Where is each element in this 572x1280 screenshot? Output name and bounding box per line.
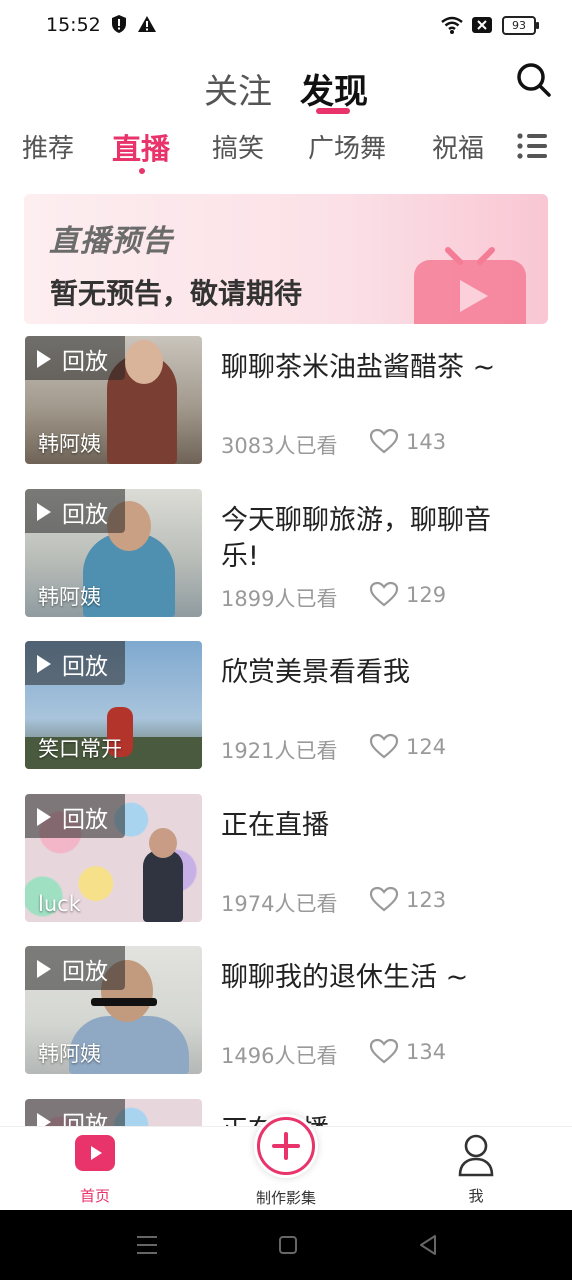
heart-icon [369, 428, 399, 454]
heart-icon [369, 886, 399, 912]
host-name: 韩阿姨 [38, 585, 101, 609]
view-count: 1921人已看 [221, 739, 338, 763]
replay-badge: 回放 [25, 489, 125, 533]
view-count: 3083人已看 [221, 434, 338, 458]
feed-item[interactable]: 回放 luck 正在直播 1974人已看 123 [0, 794, 572, 922]
video-thumbnail[interactable]: 回放 韩阿姨 [25, 336, 202, 464]
tab-make-album-label: 制作影集 [255, 1189, 316, 1207]
view-count: 1974人已看 [221, 892, 338, 916]
tab-follow[interactable]: 关注 [204, 64, 272, 113]
sim-off-icon [472, 17, 492, 33]
category-blessing[interactable]: 祝福 [432, 128, 484, 165]
heart-icon [369, 733, 399, 759]
tab-home[interactable]: 首页 [55, 1127, 135, 1211]
menu-list-icon[interactable] [516, 132, 548, 160]
live-preview-banner[interactable]: 直播预告 暂无预告，敬请期待 [24, 194, 548, 324]
play-icon [37, 350, 51, 368]
video-thumbnail[interactable]: 回放 笑口常开 [25, 641, 202, 769]
shield-icon [112, 15, 126, 33]
status-bar: 15:52 93 [0, 0, 572, 52]
feed-item[interactable]: 回放 笑口常开 欣赏美景看看我 1921人已看 124 [0, 641, 572, 769]
replay-badge: 回放 [25, 794, 125, 838]
video-title[interactable]: 聊聊我的退休生活 ~ [221, 960, 521, 996]
active-tab-indicator [316, 108, 350, 114]
replay-badge: 回放 [25, 641, 125, 685]
play-icon [37, 808, 51, 826]
feed-item[interactable]: 回放 韩阿姨 聊聊茶米油盐酱醋茶 ~ 3083人已看 143 [0, 336, 572, 464]
host-name: 笑口常开 [38, 737, 122, 761]
category-tabs: 推荐 直播 搞笑 广场舞 祝福 [0, 126, 572, 178]
feed-item[interactable]: 回放 韩阿姨 今天聊聊旅游，聊聊音乐! 1899人已看 129 [0, 489, 572, 617]
home-play-icon [75, 1135, 115, 1171]
heart-icon [369, 1038, 399, 1064]
top-nav: 关注 发现 [0, 60, 572, 116]
host-name: 韩阿姨 [38, 1042, 101, 1066]
recents-menu-icon[interactable] [136, 1235, 158, 1255]
warning-icon [138, 16, 156, 32]
replay-badge: 回放 [25, 1099, 125, 1126]
tab-me-label: 我 [468, 1187, 484, 1205]
category-blessing-clip: 祝福 [432, 126, 492, 174]
play-icon [37, 960, 51, 978]
home-square-icon[interactable] [278, 1235, 298, 1255]
play-icon [37, 503, 51, 521]
category-funny[interactable]: 搞笑 [212, 128, 264, 165]
wifi-icon [441, 16, 463, 34]
system-nav-bar [0, 1210, 572, 1280]
battery-icon: 93 [502, 16, 539, 35]
category-live[interactable]: 直播 [112, 126, 170, 168]
replay-badge: 回放 [25, 336, 125, 380]
active-category-dot [139, 168, 145, 174]
play-icon [37, 655, 51, 673]
plus-icon [272, 1132, 300, 1160]
video-title[interactable]: 今天聊聊旅游，聊聊音乐! [221, 503, 521, 575]
create-album-button[interactable] [254, 1114, 318, 1178]
video-title[interactable]: 欣赏美景看看我 [221, 655, 521, 691]
live-feed-list: 回放 韩阿姨 聊聊茶米油盐酱醋茶 ~ 3083人已看 143 回放 韩阿姨 今天… [0, 336, 572, 1126]
tab-me[interactable]: 我 [436, 1127, 516, 1211]
host-name: 韩阿姨 [38, 432, 101, 456]
tab-discover[interactable]: 发现 [300, 64, 368, 113]
view-count: 1899人已看 [221, 587, 338, 611]
feed-item[interactable]: 回放 韩阿姨 聊聊我的退休生活 ~ 1496人已看 134 [0, 946, 572, 1074]
category-recommend[interactable]: 推荐 [22, 128, 74, 165]
video-thumbnail[interactable]: 回放 韩阿姨 [25, 489, 202, 617]
video-thumbnail[interactable]: 回放 韩阿姨 [25, 946, 202, 1074]
category-square-dance[interactable]: 广场舞 [308, 128, 386, 165]
video-thumbnail[interactable]: 回放 [25, 1099, 202, 1126]
host-name: luck [38, 892, 81, 916]
search-icon[interactable] [514, 60, 554, 100]
video-thumbnail[interactable]: 回放 luck [25, 794, 202, 922]
back-icon[interactable] [418, 1234, 438, 1256]
view-count: 1496人已看 [221, 1044, 338, 1068]
play-icon [37, 1113, 51, 1126]
tab-home-label: 首页 [79, 1187, 110, 1205]
heart-icon [369, 581, 399, 607]
video-title[interactable]: 聊聊茶米油盐酱醋茶 ~ [221, 350, 521, 386]
banner-title: 直播预告 [49, 224, 173, 259]
person-icon [458, 1134, 494, 1177]
banner-subtitle: 暂无预告，敬请期待 [50, 277, 303, 310]
tv-icon [414, 247, 526, 324]
video-title[interactable]: 正在直播 [221, 808, 521, 844]
replay-badge: 回放 [25, 946, 125, 990]
status-time: 15:52 [46, 14, 101, 36]
